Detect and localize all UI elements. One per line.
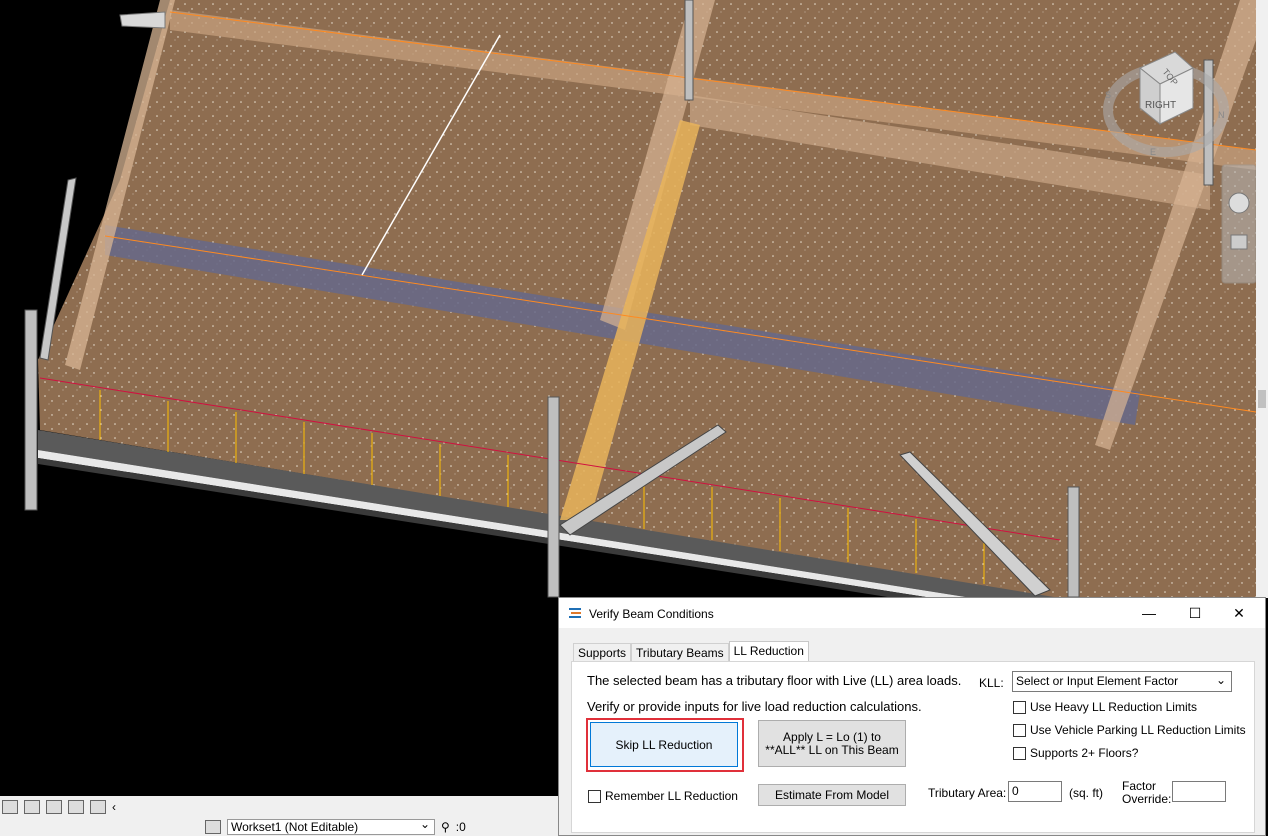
dialog-titlebar[interactable]: Verify Beam Conditions — ☐ ✕ (559, 598, 1265, 628)
select-underlay-icon[interactable] (68, 800, 84, 814)
filter-count: :0 (455, 820, 466, 834)
status-bar: ‹ Workset1 (Not Editable) ⚲ :0 (0, 796, 560, 836)
skip-ll-reduction-button[interactable]: Skip LL Reduction (590, 722, 738, 767)
kll-label: KLL: (979, 676, 1004, 690)
zoom-icon[interactable] (1230, 234, 1248, 250)
steering-wheel-icon[interactable] (1228, 192, 1250, 214)
remember-ll-label: Remember LL Reduction (605, 789, 738, 803)
heavy-ll-checkbox[interactable]: Use Heavy LL Reduction Limits (1013, 700, 1197, 714)
tributary-area-input[interactable]: 0 (1008, 781, 1062, 802)
maximize-button[interactable]: ☐ (1173, 602, 1217, 624)
verify-inputs-message: Verify or provide inputs for live load r… (587, 699, 922, 714)
tributary-area-value: 0 (1012, 784, 1019, 798)
factor-override-label-line2: Override: (1122, 792, 1172, 806)
remember-ll-checkbox[interactable]: Remember LL Reduction (588, 789, 738, 803)
estimate-from-model-label: Estimate From Model (774, 788, 890, 802)
vehicle-parking-checkbox[interactable]: Use Vehicle Parking LL Reduction Limits (1013, 723, 1246, 737)
heavy-ll-label: Use Heavy LL Reduction Limits (1030, 700, 1197, 714)
compass-e-label: E (1150, 147, 1156, 157)
minimize-button[interactable]: — (1127, 602, 1171, 624)
factor-override-label-line1: Factor (1122, 779, 1157, 793)
skip-ll-reduction-label: Skip LL Reduction (615, 737, 713, 752)
vertical-scrollbar[interactable] (1256, 0, 1268, 598)
remember-ll-checkbox-box[interactable] (588, 789, 601, 803)
workset-select[interactable]: Workset1 (Not Editable) (227, 817, 435, 835)
workset-icon (205, 820, 221, 834)
column (24, 309, 38, 511)
worksets-icon[interactable] (2, 800, 18, 814)
column (684, 0, 694, 101)
apply-lo-label-line1: Apply L = Lo (1) to (783, 729, 881, 744)
select-pinned-icon[interactable] (90, 800, 106, 814)
tributary-area-unit: (sq. ft) (1069, 786, 1104, 800)
column (547, 396, 560, 598)
close-button[interactable]: ✕ (1217, 602, 1261, 624)
supports-floors-checkbox[interactable]: Supports 2+ Floors? (1013, 746, 1138, 760)
tab-tributary-beams[interactable]: Tributary Beams (631, 643, 729, 662)
column (1067, 486, 1080, 598)
tributary-area-label: Tributary Area: (928, 786, 1007, 800)
kll-select-value: Select or Input Element Factor (1016, 674, 1179, 688)
viewcube-right-label: RIGHT (1145, 100, 1176, 111)
design-options-icon[interactable] (24, 800, 40, 814)
vehicle-parking-checkbox-box[interactable] (1013, 723, 1026, 737)
compass-s-label: S (1105, 90, 1111, 100)
tab-supports[interactable]: Supports (573, 643, 632, 662)
apply-lo-label-line2: **ALL** LL on This Beam (765, 742, 899, 757)
dialog-title: Verify Beam Conditions (589, 607, 714, 621)
collapse-arrow-icon[interactable]: ‹ (112, 800, 116, 814)
verify-beam-conditions-dialog: Verify Beam Conditions — ☐ ✕ Supports Tr… (558, 597, 1266, 836)
apply-lo-button[interactable]: Apply L = Lo (1) to **ALL** LL on This B… (758, 720, 906, 767)
brace (119, 11, 166, 29)
ll-reduction-panel: The selected beam has a tributary floor … (571, 661, 1255, 833)
heavy-ll-checkbox-box[interactable] (1013, 700, 1026, 714)
kll-select[interactable]: Select or Input Element Factor ⌄ (1012, 671, 1232, 692)
supports-floors-checkbox-box[interactable] (1013, 746, 1026, 760)
app-logo-icon (569, 608, 581, 618)
tributary-floor-message: The selected beam has a tributary floor … (587, 673, 962, 688)
estimate-from-model-button[interactable]: Estimate From Model (758, 784, 906, 806)
factor-override-input[interactable] (1172, 781, 1226, 802)
navigation-bar[interactable] (1221, 164, 1257, 284)
scrollbar-thumb[interactable] (1258, 390, 1266, 408)
select-links-icon[interactable] (46, 800, 62, 814)
compass-n-label: N (1218, 110, 1225, 120)
vehicle-parking-label: Use Vehicle Parking LL Reduction Limits (1030, 723, 1246, 737)
supports-floors-label: Supports 2+ Floors? (1030, 746, 1139, 760)
tab-ll-reduction[interactable]: LL Reduction (728, 641, 809, 662)
dialog-tabs: Supports Tributary Beams LL Reduction (573, 640, 809, 662)
filter-icon[interactable]: ⚲ (441, 820, 450, 834)
chevron-down-icon: ⌄ (1215, 673, 1226, 687)
